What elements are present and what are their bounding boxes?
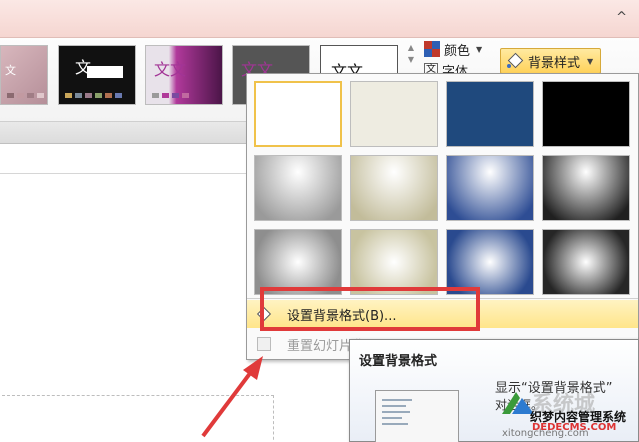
- dialog-preview-image: [375, 390, 459, 442]
- background-style-tile[interactable]: [542, 229, 630, 295]
- watermark-line4: xitongcheng.com: [502, 428, 589, 439]
- background-style-tile[interactable]: [446, 155, 534, 221]
- highlight-annotation-box: [260, 287, 480, 331]
- background-style-tile[interactable]: [446, 229, 534, 295]
- background-style-tile[interactable]: [446, 81, 534, 147]
- reset-slide-icon: [257, 337, 271, 351]
- colors-icon: [424, 41, 440, 57]
- theme-thumbnail-2[interactable]: 文: [58, 45, 136, 105]
- site-watermark: 系统城 织梦内容管理系统 DEDECMS.COM xitongcheng.com: [492, 388, 639, 442]
- background-style-tile[interactable]: [350, 81, 438, 147]
- theme-thumbnail-1[interactable]: 文: [0, 45, 48, 105]
- background-style-tile[interactable]: [542, 155, 630, 221]
- theme-sample-text: 文: [5, 64, 16, 77]
- background-style-tile[interactable]: [254, 155, 342, 221]
- background-style-button[interactable]: 背景样式 ▼: [500, 48, 601, 74]
- theme-title-bar: [87, 66, 123, 78]
- theme-sample-text: 文文: [154, 60, 187, 79]
- annotation-arrow-icon: [201, 356, 263, 438]
- theme-swatches: [7, 93, 44, 98]
- background-style-tile[interactable]: [254, 81, 342, 147]
- background-style-label: 背景样式: [528, 55, 581, 71]
- theme-swatches: [152, 93, 189, 98]
- minimize-ribbon-icon[interactable]: ^: [616, 10, 627, 25]
- background-style-tile[interactable]: [350, 229, 438, 295]
- background-style-tile[interactable]: [542, 81, 630, 147]
- theme-thumbnail-3[interactable]: 文文: [145, 45, 223, 105]
- scroll-down-icon[interactable]: ▼: [404, 54, 418, 66]
- theme-swatches: [65, 93, 122, 98]
- background-style-tile[interactable]: [350, 155, 438, 221]
- ribbon-title-strip: ^: [0, 0, 639, 38]
- pane-divider: [0, 173, 248, 174]
- chevron-down-icon: ▼: [587, 56, 594, 66]
- colors-label: 颜色: [444, 43, 471, 59]
- paint-bucket-icon: [507, 53, 523, 69]
- tooltip-title: 设置背景格式: [359, 354, 438, 369]
- background-style-tile[interactable]: [254, 229, 342, 295]
- theme-sample-text: 文: [75, 58, 92, 77]
- colors-button[interactable]: 颜色 ▼: [424, 40, 483, 59]
- scroll-up-icon[interactable]: ▲: [404, 42, 418, 54]
- chevron-down-icon: ▼: [476, 44, 483, 54]
